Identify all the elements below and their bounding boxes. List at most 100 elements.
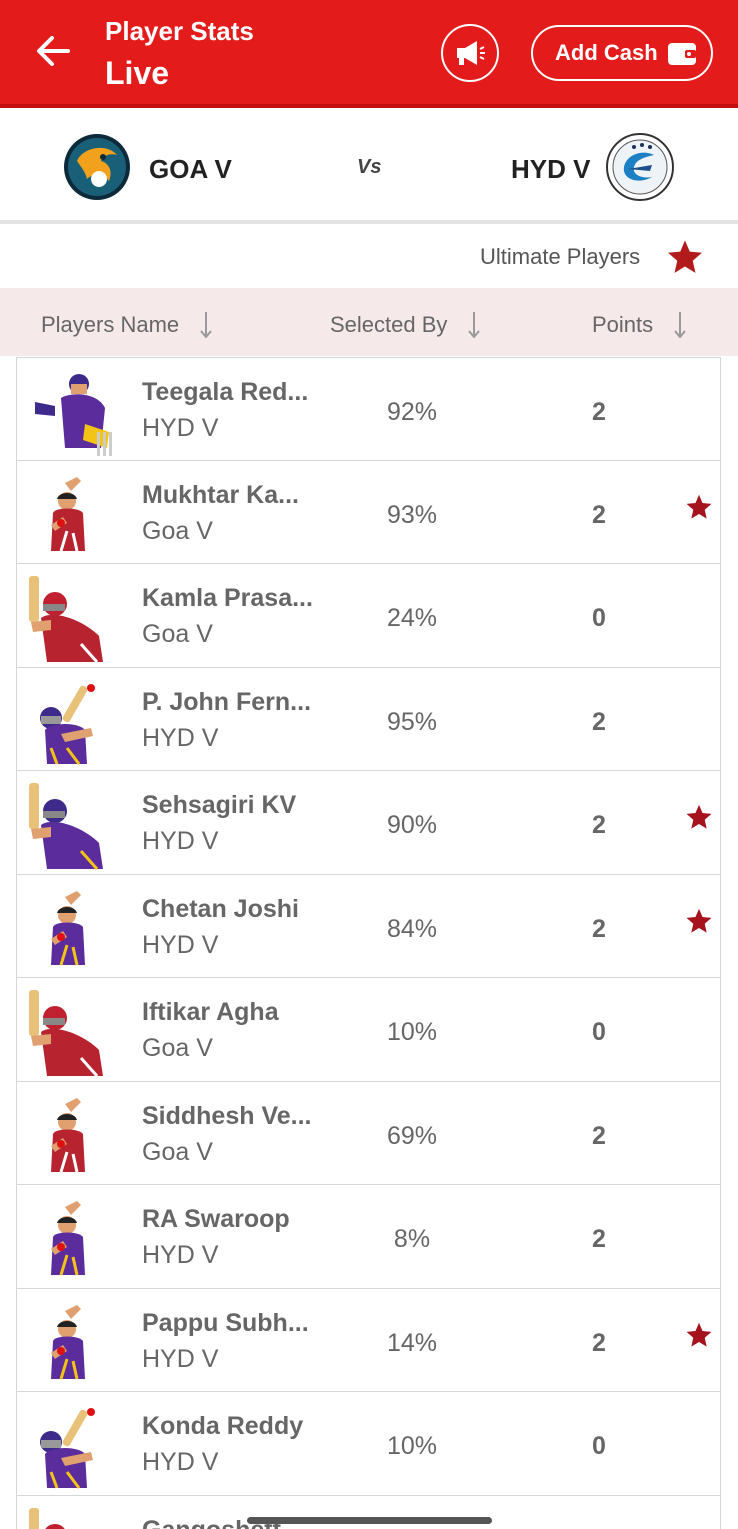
player-team: HYD V	[142, 827, 219, 855]
player-points: 0	[592, 1018, 606, 1046]
player-row[interactable]: Siddhesh Ve... Goa V 69% 2	[16, 1081, 721, 1185]
player-points: 2	[592, 1121, 606, 1150]
page-subtitle: Live	[105, 55, 170, 91]
ultimate-star-icon	[686, 1322, 712, 1347]
selected-by-percent: 10%	[386, 1432, 438, 1460]
player-team: Goa V	[142, 1137, 213, 1166]
player-avatar-icon	[29, 990, 103, 1077]
sort-by-selected-header[interactable]: Selected By	[330, 310, 481, 340]
player-row[interactable]: Sehsagiri KV HYD V 90% 2	[16, 771, 721, 875]
player-name: Kamla Prasa...	[142, 584, 313, 612]
megaphone-icon	[457, 41, 485, 65]
player-team: HYD V	[142, 723, 219, 752]
selected-by-percent: 90%	[386, 811, 438, 839]
player-row[interactable]: Chetan Joshi HYD V 84% 2	[16, 874, 721, 978]
player-row[interactable]: RA Swaroop HYD V 8% 2	[16, 1185, 721, 1289]
player-avatar-icon	[40, 1408, 95, 1489]
selected-by-percent: 24%	[386, 604, 438, 632]
player-avatar-icon	[51, 1097, 85, 1172]
selected-by-percent: 92%	[386, 398, 438, 426]
player-name: Sehsagiri KV	[142, 791, 297, 819]
selected-by-percent: 93%	[386, 500, 438, 529]
player-avatar-icon	[51, 476, 85, 551]
name-column-label: Players Name	[41, 312, 180, 337]
home-indicator	[247, 1517, 492, 1524]
player-row[interactable]: Pappu Subh... HYD V 14% 2	[16, 1288, 721, 1392]
player-name: Mukhtar Ka...	[142, 480, 299, 509]
ultimate-star-icon	[686, 908, 712, 933]
player-team: HYD V	[142, 1241, 219, 1269]
app-header: Player Stats Live Add Cash	[0, 0, 738, 108]
hyd-team-logo-icon	[606, 133, 674, 201]
selected-by-percent: 69%	[386, 1121, 438, 1150]
column-headers: Players Name Selected By Points	[0, 288, 738, 356]
player-team: Goa V	[142, 620, 213, 648]
player-name: Pappu Subh...	[142, 1308, 309, 1337]
player-avatar-icon	[35, 374, 112, 456]
player-points: 2	[592, 1328, 606, 1357]
player-row[interactable]: Kamla Prasa... Goa V 24% 0	[16, 564, 721, 668]
team-right-name: HYD V	[511, 154, 591, 184]
player-row[interactable]: P. John Fern... HYD V 95% 2	[16, 667, 721, 771]
player-name: Teegala Red...	[142, 378, 309, 406]
match-banner: GOA V Vs HYD V	[0, 112, 738, 224]
ultimate-star-icon[interactable]	[666, 238, 704, 276]
player-row[interactable]: Teegala Red... HYD V 92% 2	[16, 357, 721, 461]
player-avatar-icon	[29, 576, 103, 663]
sort-down-arrow-icon	[468, 312, 481, 339]
page-title: Player Stats	[105, 16, 254, 46]
ultimate-star-icon	[686, 804, 712, 829]
selected-by-percent: 95%	[386, 707, 438, 736]
player-avatar-icon	[29, 783, 103, 870]
player-points: 0	[592, 604, 606, 632]
add-cash-label: Add Cash	[555, 40, 658, 65]
player-team: HYD V	[142, 414, 219, 442]
player-name: Iftikar Agha	[142, 998, 279, 1026]
wallet-icon	[668, 43, 696, 65]
player-points: 2	[592, 707, 606, 736]
selected-by-percent: 84%	[386, 914, 438, 943]
player-points: 2	[592, 914, 606, 943]
player-avatar-icon	[51, 1304, 85, 1379]
player-points: 2	[592, 811, 606, 839]
player-points: 2	[592, 1225, 606, 1253]
player-avatar-icon	[29, 1507, 66, 1529]
player-avatar-icon	[51, 1201, 85, 1276]
player-team: HYD V	[142, 1448, 219, 1476]
player-name: P. John Fern...	[142, 687, 312, 716]
player-name: Konda Reddy	[142, 1412, 304, 1440]
points-column-label: Points	[592, 312, 654, 337]
selected-by-percent: 14%	[386, 1328, 438, 1357]
player-name: Siddhesh Ve...	[142, 1101, 312, 1130]
sort-by-name-header[interactable]: Players Name	[41, 310, 213, 340]
player-points: 0	[592, 1432, 606, 1460]
player-team: HYD V	[142, 1344, 219, 1373]
player-team: HYD V	[142, 930, 219, 959]
player-team: Goa V	[142, 516, 213, 545]
selected-column-label: Selected By	[330, 312, 448, 337]
player-name: Chetan Joshi	[142, 894, 299, 923]
selected-by-percent: 8%	[393, 1225, 431, 1253]
ultimate-players-label: Ultimate Players	[480, 244, 641, 269]
vs-label: Vs	[357, 156, 382, 178]
selected-by-percent: 10%	[386, 1018, 438, 1046]
player-avatar-icon	[40, 683, 95, 765]
player-team: Goa V	[142, 1034, 213, 1062]
sort-by-points-header[interactable]: Points	[592, 310, 687, 340]
player-row[interactable]: Mukhtar Ka... Goa V 93% 2	[16, 460, 721, 564]
ultimate-star-icon	[686, 494, 712, 519]
player-avatar-icon	[51, 890, 85, 965]
team-left-name: GOA V	[149, 154, 232, 184]
announcement-button[interactable]	[441, 24, 499, 82]
sort-down-arrow-icon	[200, 312, 212, 339]
add-cash-button[interactable]: Add Cash	[531, 25, 713, 81]
player-row[interactable]: Iftikar Agha Goa V 10% 0	[16, 978, 721, 1082]
player-list: Teegala Red... HYD V 92% 2 Mukhtar Ka... Goa…	[16, 357, 721, 1529]
player-points: 2	[592, 500, 606, 529]
player-name: RA Swaroop	[142, 1205, 290, 1233]
back-arrow-icon[interactable]	[32, 30, 74, 72]
goa-team-logo-icon	[64, 134, 130, 200]
sort-down-arrow-icon	[674, 312, 686, 339]
player-row[interactable]: Konda Reddy HYD V 10% 0	[16, 1392, 721, 1496]
player-points: 2	[592, 398, 606, 426]
